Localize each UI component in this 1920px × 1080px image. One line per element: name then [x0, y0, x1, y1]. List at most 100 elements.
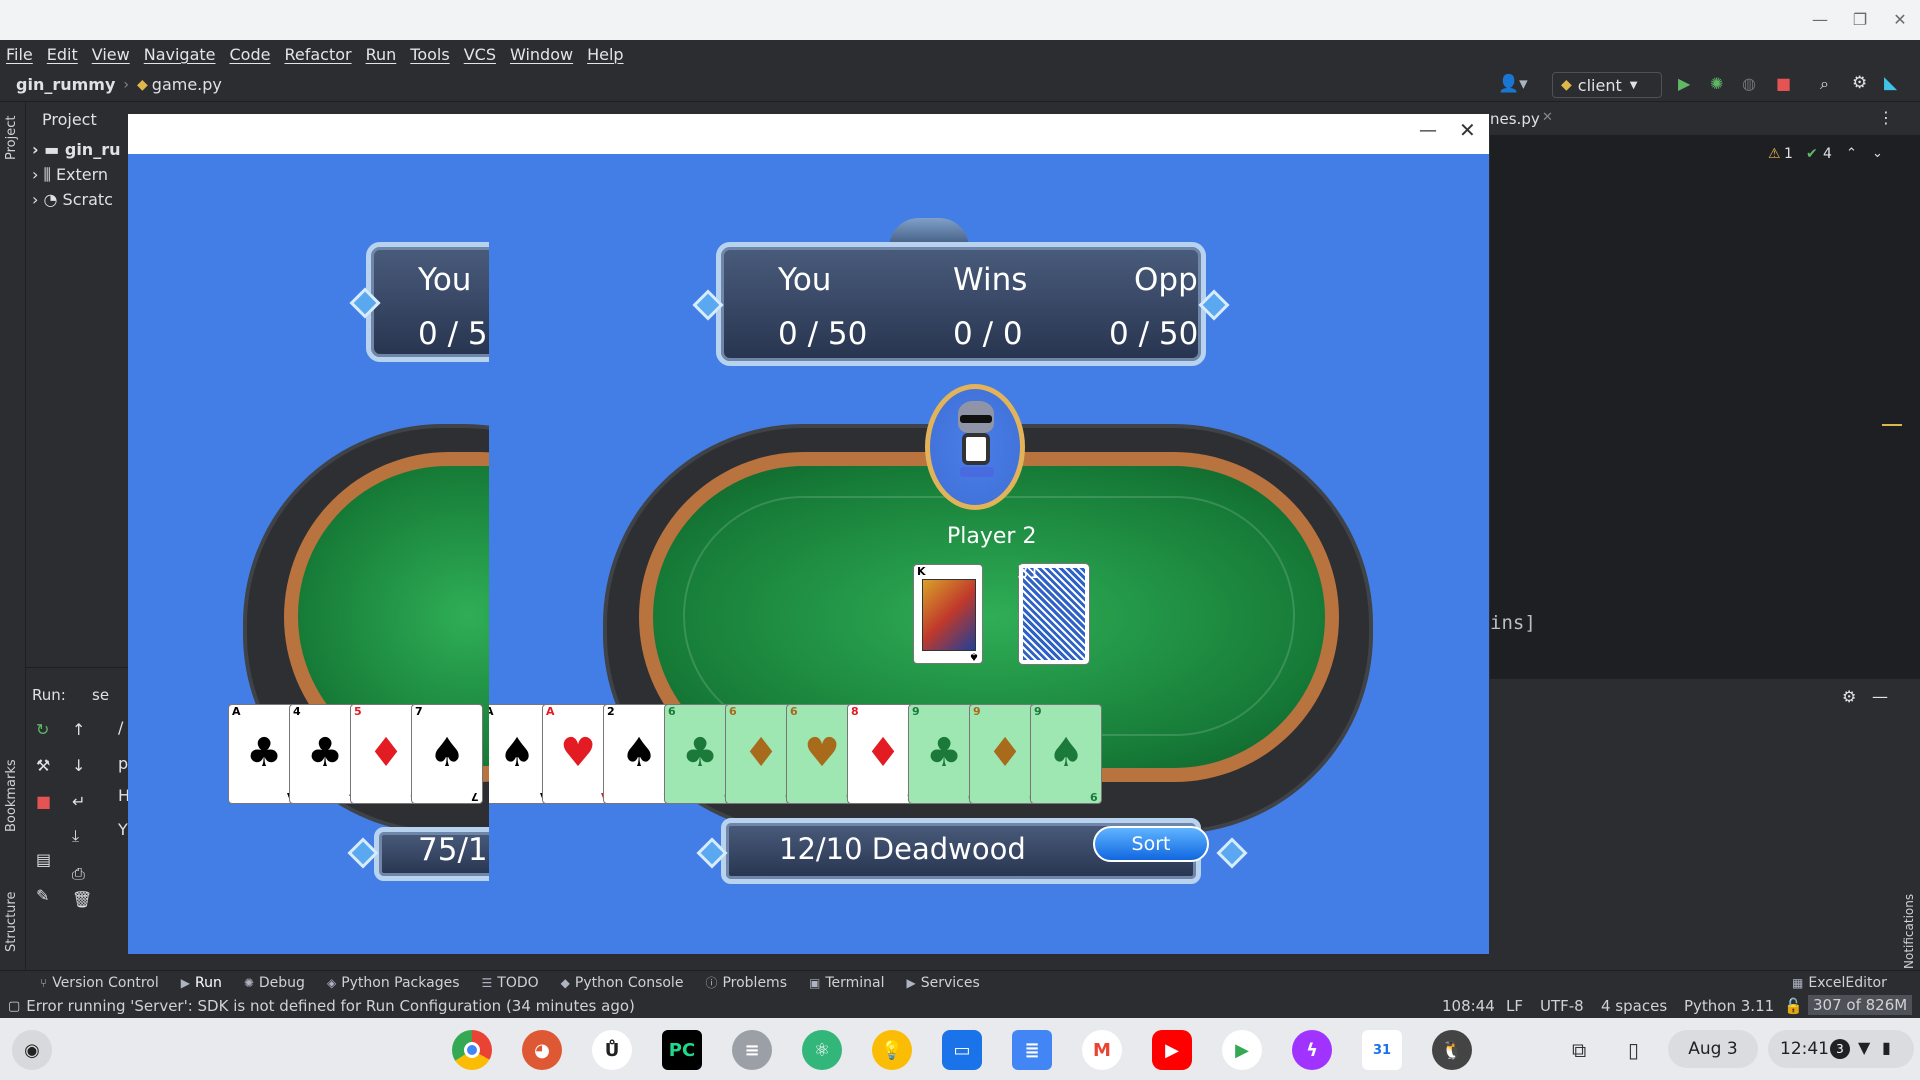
indent-setting[interactable]: 4 spaces [1601, 997, 1667, 1015]
tree-item-root[interactable]: › ▬ gin_ru [32, 140, 120, 159]
code-editor[interactable]: nes.py ✕ ⋮ ⚠ 1 ✔ 4 ⌃ ⌄ [1490, 102, 1920, 572]
tool-terminal[interactable]: ▣ Terminal [809, 975, 885, 991]
launcher-icon[interactable]: ◉ [12, 1030, 52, 1070]
game-window[interactable]: — ✕ You Wins Opp 0 / 50 0 / 0 0 / 50 Pla… [489, 114, 1489, 954]
notifications-tab[interactable]: Notifications [1902, 894, 1916, 969]
menu-help[interactable]: Help [587, 45, 623, 64]
run-config-selector[interactable]: ◆ client ▼ [1552, 72, 1662, 98]
close-icon[interactable]: ✕ [1888, 8, 1912, 32]
game-minimize-icon[interactable]: — [1419, 120, 1437, 141]
tool-services[interactable]: ▶ Services [907, 975, 980, 991]
sort-button[interactable]: Sort [1093, 826, 1209, 862]
more-vertical-icon[interactable]: ⋮ [1878, 108, 1894, 127]
tree-item-scratches[interactable]: › ◔ Scratc [32, 190, 113, 209]
discard-pile[interactable]: K ♠ [913, 564, 983, 664]
tool-run[interactable]: ▶ Run [181, 975, 222, 991]
ublock-icon[interactable]: Ů [592, 1030, 632, 1070]
breadcrumb-file[interactable]: game.py [152, 75, 222, 94]
phone-hub-icon[interactable]: ▯ [1628, 1038, 1639, 1062]
trash-icon[interactable]: 🗑 [72, 890, 92, 909]
chevron-down-small-icon[interactable]: ⌄ [1872, 146, 1883, 161]
status-message[interactable]: Error running 'Server': SDK is not defin… [26, 997, 635, 1015]
pin-icon[interactable]: ✎ [36, 886, 49, 905]
run-icon[interactable]: ▶ [1678, 74, 1690, 93]
tool-debug[interactable]: ✺ Debug [244, 975, 305, 991]
code-editor-lower[interactable]: ins] [1490, 542, 1920, 678]
tool-version-control[interactable]: ⑂ Version Control [40, 975, 159, 991]
tool-python-console[interactable]: ◆ Python Console [561, 975, 684, 991]
gmail-icon[interactable]: M [1082, 1030, 1122, 1070]
screenshot-icon[interactable]: ⧉ [1572, 1038, 1586, 1062]
breadcrumb-project[interactable]: gin_rummy [16, 75, 115, 94]
close-tab-icon[interactable]: ✕ [1542, 110, 1553, 125]
scroll-end-icon[interactable]: ⤓ [72, 826, 79, 846]
menu-window[interactable]: Window [510, 45, 573, 64]
keep-icon[interactable]: 💡 [872, 1030, 912, 1070]
tool-excel-editor[interactable]: ▦ ExcelEditor [1792, 975, 1887, 991]
user-icon[interactable]: 👤▾ [1498, 74, 1528, 94]
caret-position[interactable]: 108:44 [1442, 997, 1495, 1015]
play-store-icon[interactable]: ▶ [1222, 1030, 1262, 1070]
menu-run[interactable]: Run [366, 45, 397, 64]
menu-file[interactable]: File [6, 45, 33, 64]
gear-icon[interactable]: ⚙ [1852, 73, 1867, 93]
atom-icon[interactable]: ⚛ [802, 1030, 842, 1070]
menu-view[interactable]: View [92, 45, 130, 64]
menu-code[interactable]: Code [230, 45, 271, 64]
arrow-down-icon[interactable]: ↓ [72, 756, 85, 775]
layout-icon[interactable]: ▤ [36, 850, 51, 869]
menu-navigate[interactable]: Navigate [144, 45, 216, 64]
debug-icon[interactable]: ✺ [1710, 74, 1723, 93]
search-icon[interactable]: ⌕ [1820, 74, 1829, 94]
memory-indicator[interactable]: 307 of 826M [1808, 995, 1913, 1015]
soft-wrap-icon[interactable]: ↵ [72, 792, 85, 811]
system-tray[interactable]: 12:41 3 ▼ ▮ [1768, 1030, 1914, 1068]
wrench-icon[interactable]: ⚒ [36, 756, 50, 775]
tool-python-packages[interactable]: ◈ Python Packages [327, 975, 460, 991]
restore-icon[interactable]: ❐ [1848, 8, 1872, 32]
tree-item-external-libraries[interactable]: › ⫼ Extern [32, 165, 108, 185]
tool-problems[interactable]: ⓘ Problems [705, 974, 787, 991]
docs-icon[interactable]: ≣ [1012, 1030, 1052, 1070]
structure-tool-tab[interactable]: Structure [4, 892, 19, 952]
game-close-icon[interactable]: ✕ [1459, 118, 1476, 142]
back-card[interactable]: 7 ♠ 7 [411, 704, 483, 804]
chrome-icon[interactable] [452, 1030, 492, 1070]
tool-todo[interactable]: ☰ TODO [482, 975, 539, 991]
messenger-icon[interactable]: ϟ [1292, 1030, 1332, 1070]
pycharm-icon[interactable]: PC [662, 1030, 702, 1070]
calendar-icon[interactable]: 31 [1362, 1030, 1402, 1070]
warning-icon[interactable]: ⚠ [1768, 146, 1781, 162]
youtube-icon[interactable]: ▶ [1152, 1030, 1192, 1070]
lock-icon[interactable]: 🔓 [1784, 997, 1803, 1015]
jetbrains-ai-icon[interactable]: ◣ [1884, 73, 1897, 93]
database-icon[interactable]: ≡ [732, 1030, 772, 1070]
editor-tab-file[interactable]: nes.py [1490, 110, 1540, 128]
date-pill[interactable]: Aug 3 [1668, 1030, 1758, 1068]
minimize-icon[interactable]: — [1808, 8, 1832, 32]
hand-card[interactable]: 9 ♠ 9 [1030, 704, 1102, 804]
project-panel-title[interactable]: Project [42, 110, 97, 129]
linux-icon[interactable]: 🐧 [1432, 1030, 1472, 1070]
stop-run-icon[interactable]: ■ [36, 792, 51, 811]
bookmarks-tool-tab[interactable]: Bookmarks [4, 759, 19, 832]
rerun-icon[interactable]: ↻ [36, 720, 49, 739]
hide-panel-icon[interactable]: — [1872, 687, 1888, 706]
duckduckgo-icon[interactable]: ◕ [522, 1030, 562, 1070]
run-panel-config[interactable]: se [92, 686, 109, 704]
status-square-icon[interactable]: ▢ [8, 999, 20, 1014]
settings-icon[interactable]: ⚙ [1842, 687, 1856, 706]
project-tool-tab[interactable]: Project [4, 116, 19, 160]
menu-refactor[interactable]: Refactor [284, 45, 351, 64]
menu-tools[interactable]: Tools [410, 45, 449, 64]
print-icon[interactable]: ⎙ [72, 864, 85, 884]
python-interpreter[interactable]: Python 3.11 [1684, 997, 1774, 1015]
files-icon[interactable]: ▭ [942, 1030, 982, 1070]
coverage-icon[interactable]: ◍ [1742, 74, 1756, 93]
file-encoding[interactable]: UTF-8 [1540, 997, 1584, 1015]
check-icon[interactable]: ✔ [1806, 146, 1818, 162]
menu-vcs[interactable]: VCS [464, 45, 496, 64]
chevron-up-icon[interactable]: ⌃ [1846, 146, 1857, 161]
stop-icon[interactable]: ■ [1776, 74, 1791, 93]
menu-edit[interactable]: Edit [47, 45, 78, 64]
